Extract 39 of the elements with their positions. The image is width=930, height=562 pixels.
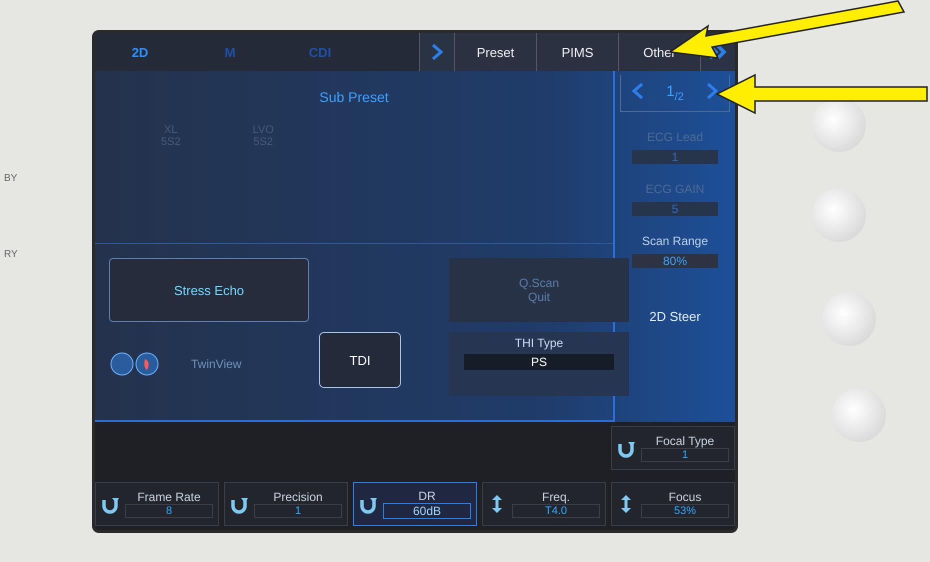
control-value: T4.0 bbox=[512, 504, 600, 518]
steer-button[interactable]: 2D Steer bbox=[643, 308, 707, 325]
knob-control[interactable]: DR 60dB bbox=[353, 482, 477, 526]
knob-control[interactable]: Frame Rate 8 bbox=[95, 482, 219, 526]
bezel-label: RY bbox=[4, 249, 18, 260]
twinview-label: TwinView bbox=[191, 357, 242, 371]
menu-tab[interactable]: Preset bbox=[454, 33, 536, 71]
control-label: Freq. bbox=[542, 490, 570, 504]
panel-title: Sub Preset bbox=[318, 88, 390, 107]
thi-type-value[interactable]: PS bbox=[464, 354, 614, 370]
control-label: Focus bbox=[668, 490, 702, 504]
bezel-label: BY bbox=[4, 173, 18, 184]
page-indicator: 1$_{/2}$ bbox=[665, 83, 685, 103]
tdi-button[interactable]: TDI bbox=[319, 332, 401, 388]
control-value[interactable]: 80% bbox=[632, 254, 718, 268]
chevron-right-icon bbox=[431, 43, 443, 61]
chevron-left-icon bbox=[632, 82, 644, 100]
knob-control[interactable]: Freq. T4.0 bbox=[482, 482, 606, 526]
control-label: Frame Rate bbox=[137, 490, 201, 504]
control-value: 1 bbox=[641, 448, 729, 462]
knob-control[interactable]: Focus 53% bbox=[611, 482, 735, 526]
chevron-right-icon bbox=[706, 82, 718, 100]
control-value: 1 bbox=[254, 504, 342, 518]
knob-control[interactable]: Precision 1 bbox=[224, 482, 348, 526]
knob-control[interactable]: Focal Type 1 bbox=[611, 426, 735, 470]
menu-tab[interactable]: PIMS bbox=[536, 33, 618, 71]
next-button[interactable] bbox=[419, 33, 454, 71]
twin-heart-icon bbox=[109, 350, 161, 378]
control-value: 8 bbox=[125, 504, 213, 518]
control-value: 53% bbox=[641, 504, 729, 518]
control-label: Focal Type bbox=[656, 434, 714, 448]
control-label: Precision bbox=[273, 490, 323, 504]
double-chevron-icon bbox=[708, 44, 728, 60]
mode-tab[interactable]: 2D bbox=[95, 33, 185, 71]
control-label: DR bbox=[418, 489, 436, 503]
stress-echo-button[interactable]: Stress Echo bbox=[109, 258, 309, 322]
control-value: 60dB bbox=[383, 503, 471, 519]
control-label: Scan Range bbox=[642, 234, 708, 248]
thi-type-label: THI Type bbox=[514, 336, 564, 350]
